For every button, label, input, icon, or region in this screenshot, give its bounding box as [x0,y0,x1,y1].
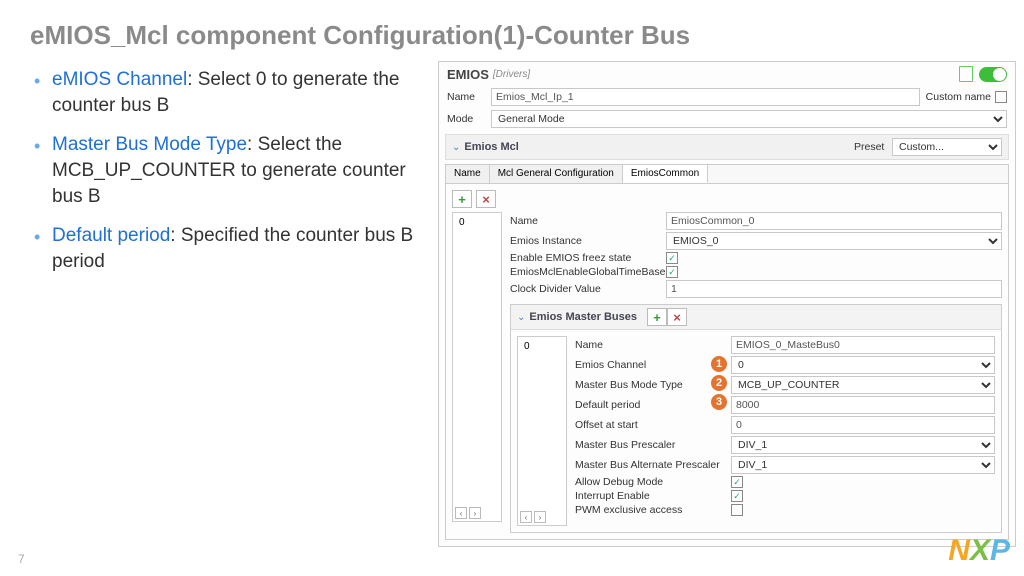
custom-name-label: Custom name [926,91,991,103]
tab-bar: Name Mcl General Configuration EmiosComm… [445,164,1009,184]
fld-globaltb-checkbox[interactable]: ✓ [666,266,678,278]
bus-form: Name Emios Channel 0 Master Bus Mode Type… [575,336,995,526]
bus-debug-checkbox[interactable]: ✓ [731,476,743,488]
fld-freeze-label: Enable EMIOS freez state [510,252,660,264]
bus-prescaler-select[interactable]: DIV_1 [731,436,995,454]
bus-altprescaler-select[interactable]: DIV_1 [731,456,995,474]
delete-button[interactable]: × [476,190,496,208]
tab-emioscommon[interactable]: EmiosCommon [623,165,708,183]
bus-pwm-checkbox[interactable] [731,504,743,516]
fld-globaltb-label: EmiosMclEnableGlobalTimeBase [510,266,660,278]
scroll-right-icon[interactable]: › [534,511,546,523]
add-button[interactable]: + [452,190,472,208]
panel-header: EMIOS [Drivers] [439,62,1015,86]
common-form: Name Emios Instance EMIOS_0 Enable EMIOS … [510,212,1002,533]
list-item[interactable]: 0 [520,339,564,354]
callout-badge-2: 2 [711,375,727,391]
name-label: Name [447,91,485,103]
bus-altprescaler-label: Master Bus Alternate Prescaler [575,459,725,471]
bus-pwm-label: PWM exclusive access [575,504,725,516]
fld-name-input[interactable] [666,212,1002,230]
bullet-1: eMIOS Channel: Select 0 to generate the … [30,67,430,118]
mode-label: Mode [447,113,485,125]
bullet-2: Master Bus Mode Type: Select the MCB_UP_… [30,132,430,209]
section-title: Emios Mcl [464,141,518,153]
sub-title: Emios Master Buses [529,311,637,323]
custom-name-checkbox[interactable] [995,91,1007,103]
sub-add-button[interactable]: + [647,308,667,326]
config-panel: EMIOS [Drivers] Name Custom name Mode Ge… [438,61,1016,547]
tab-general[interactable]: Mcl General Configuration [490,165,623,183]
bullet-3: Default period: Specified the counter bu… [30,223,430,274]
term-mode: Master Bus Mode Type [52,134,247,155]
mode-select[interactable]: General Mode [491,110,1007,128]
bus-name-label: Name [575,339,725,351]
bus-offset-label: Offset at start [575,419,725,431]
scroll-left-icon[interactable]: ‹ [455,507,467,519]
scroll-right-icon[interactable]: › [469,507,481,519]
bus-channel-label: Emios Channel [575,359,725,371]
bus-period-input[interactable] [731,396,995,414]
preset-label: Preset [854,141,892,153]
custom-name-wrap: Custom name [926,91,1007,103]
bus-irq-label: Interrupt Enable [575,490,725,502]
fld-instance-select[interactable]: EMIOS_0 [666,232,1002,250]
fld-clockdiv-label: Clock Divider Value [510,283,660,295]
chevron-down-icon: ⌄ [517,312,525,323]
scroll-left-icon[interactable]: ‹ [520,511,532,523]
tab-content: + × 0 ‹› Name Emios InstanceEMIOS_0 Enab… [445,184,1009,540]
master-buses-section: ⌄ Emios Master Buses + × 0 ‹› [510,304,1002,533]
bus-period-label: Default period [575,399,725,411]
term-period: Default period [52,225,170,246]
panel-title: EMIOS [447,67,489,82]
bus-name-input[interactable] [731,336,995,354]
tab-name[interactable]: Name [446,165,490,183]
chevron-down-icon: ⌄ [452,142,460,153]
section-header[interactable]: ⌄ Emios Mcl Preset Custom... [445,134,1009,160]
bus-channel-select[interactable]: 0 [731,356,995,374]
doc-icon[interactable] [959,66,973,82]
bus-prescaler-label: Master Bus Prescaler [575,439,725,451]
name-input[interactable] [491,88,920,106]
bus-list[interactable]: 0 ‹› [517,336,567,526]
fld-freeze-checkbox[interactable]: ✓ [666,252,678,264]
panel-subtitle: [Drivers] [493,69,530,80]
page-number: 7 [18,552,25,566]
term-channel: eMIOS Channel [52,69,187,90]
bus-debug-label: Allow Debug Mode [575,476,725,488]
bus-offset-input[interactable] [731,416,995,434]
nxp-logo-icon: NXP [948,534,1010,568]
bus-mode-select[interactable]: MCB_UP_COUNTER [731,376,995,394]
bullet-list: eMIOS Channel: Select 0 to generate the … [30,61,430,547]
bus-mode-label: Master Bus Mode Type [575,379,725,391]
callout-badge-1: 1 [711,356,727,372]
fld-name-label: Name [510,215,660,227]
enable-toggle[interactable] [979,67,1007,82]
preset-select[interactable]: Custom... [892,138,1002,156]
fld-instance-label: Emios Instance [510,235,660,247]
list-item[interactable]: 0 [455,215,499,230]
callout-badge-3: 3 [711,394,727,410]
sub-delete-button[interactable]: × [667,308,687,326]
bus-irq-checkbox[interactable]: ✓ [731,490,743,502]
common-list[interactable]: 0 ‹› [452,212,502,522]
slide-title: eMIOS_Mcl component Configuration(1)-Cou… [0,0,1024,61]
fld-clockdiv-input[interactable] [666,280,1002,298]
